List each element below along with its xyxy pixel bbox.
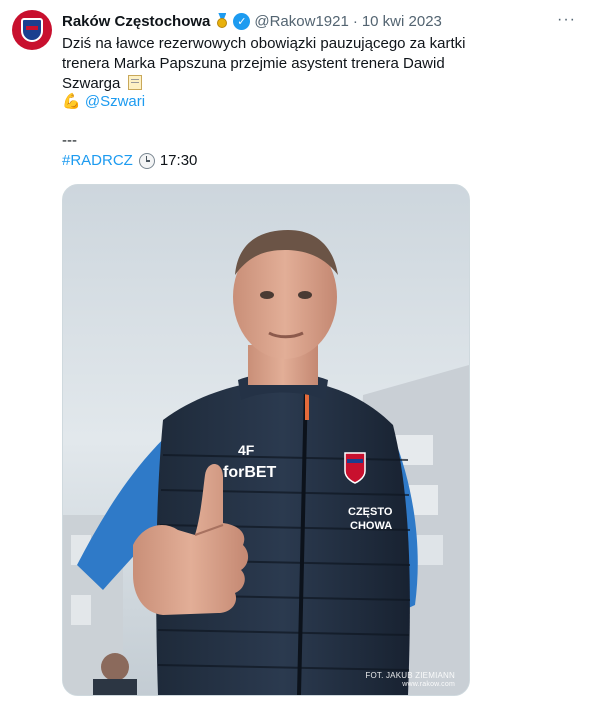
separator-dot: ·	[352, 12, 358, 30]
memo-icon	[127, 75, 142, 90]
mention-link[interactable]: @Szwari	[85, 93, 145, 110]
photo-credit-line1: FOT. JAKUB ZIEMIANN	[365, 671, 455, 680]
svg-text:CZĘSTO: CZĘSTO	[348, 506, 393, 518]
author-handle[interactable]: @Rakow1921	[254, 13, 348, 30]
mention-line: 💪 @Szwari	[62, 92, 145, 112]
flexed-biceps-icon: 💪	[62, 93, 81, 110]
hashtag-link[interactable]: #RADRCZ	[62, 151, 133, 171]
tweet-card: Raków Częstochowa ✓ @Rakow1921 · 10 kwi …	[0, 0, 592, 708]
match-time: 17:30	[159, 152, 198, 169]
verified-badge-icon: ✓	[233, 12, 251, 30]
svg-text:forBET: forBET	[223, 464, 277, 481]
svg-text:4F: 4F	[238, 442, 255, 458]
svg-text:CHOWA: CHOWA	[350, 520, 392, 532]
tweet-text-body: Dziś na ławce rezerwowych obowiązki pauz…	[62, 35, 466, 92]
author-name[interactable]: Raków Częstochowa	[62, 13, 210, 30]
tweet-header: Raków Częstochowa ✓ @Rakow1921 · 10 kwi …	[62, 11, 578, 31]
medal-icon	[214, 13, 230, 29]
photo-credit-line2: www.rakow.com	[402, 681, 455, 688]
avatar[interactable]	[12, 10, 52, 50]
tweet-photo[interactable]: 4F forBET CZĘSTO CHOWA FOT. JAKUB ZIEMIA…	[62, 184, 470, 696]
more-options-icon[interactable]: ···	[557, 11, 576, 29]
tweet-date[interactable]: 10 kwi 2023	[362, 13, 442, 30]
dashes-separator: ---	[62, 132, 77, 149]
player-photo-illustration: 4F forBET CZĘSTO CHOWA	[63, 185, 469, 695]
clock-icon	[138, 153, 155, 169]
photo-credit: FOT. JAKUB ZIEMIANN www.rakow.com	[365, 671, 455, 689]
hashtag-line: #RADRCZ 17:30	[62, 151, 197, 171]
tweet-text: Dziś na ławce rezerwowych obowiązki pauz…	[62, 34, 482, 94]
club-crest-icon	[21, 18, 43, 42]
